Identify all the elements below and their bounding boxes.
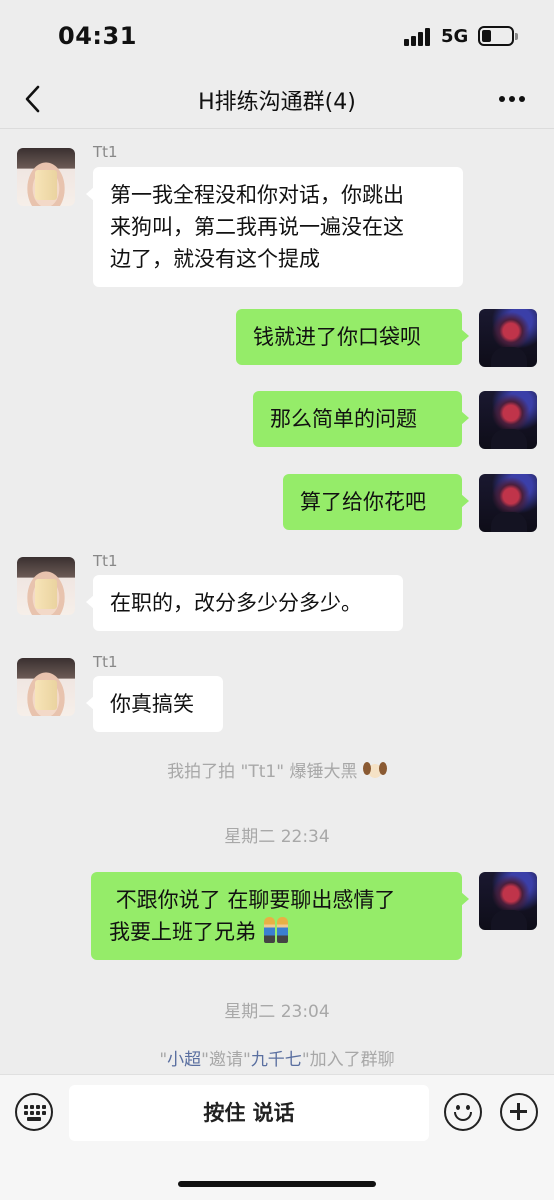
two-men-holding-hands-emoji-icon xyxy=(263,917,289,943)
message-bubble-outgoing[interactable]: 不跟你说了 在聊要聊出感情了 我要上班了兄弟 xyxy=(91,872,469,960)
system-pat-notice: 我拍了拍 "Tt1" 爆锤大黑 xyxy=(0,757,554,782)
message-bubble-incoming[interactable]: 你真搞笑 xyxy=(86,676,223,732)
message-bubble-outgoing[interactable]: 钱就进了你口袋呗 xyxy=(236,309,469,365)
avatar-tt1[interactable] xyxy=(17,148,75,206)
user-link[interactable]: 九千七 xyxy=(251,1050,302,1070)
hold-to-talk-button[interactable]: 按住 说话 xyxy=(69,1085,429,1141)
sender-name: Tt1 xyxy=(93,653,118,671)
divider xyxy=(0,128,554,129)
emoji-button[interactable] xyxy=(444,1093,482,1131)
avatar-me[interactable] xyxy=(479,309,537,367)
battery-icon xyxy=(478,26,518,46)
plus-button[interactable] xyxy=(500,1093,538,1131)
keyboard-button[interactable] xyxy=(15,1093,53,1131)
avatar-me[interactable] xyxy=(479,474,537,532)
network-type: 5G xyxy=(441,26,469,47)
message-bubble-incoming[interactable]: 第一我全程没和你对话，你跳出 来狗叫，第二我再说一遍没在这 边了，就没有这个提成 xyxy=(86,167,463,287)
system-invite-notice: "小超"邀请"九千七"加入了群聊 xyxy=(159,1050,395,1070)
user-link[interactable]: 小超 xyxy=(167,1050,201,1070)
timestamp: 星期二 23:04 xyxy=(224,1002,330,1022)
more-button[interactable] xyxy=(492,84,532,114)
status-bar: 04:31 5G xyxy=(0,0,554,72)
message-bubble-outgoing[interactable]: 那么简单的问题 xyxy=(253,391,469,447)
pat-text: 我拍了拍 "Tt1" 爆锤大黑 xyxy=(167,762,358,782)
dog-face-emoji-icon xyxy=(362,760,387,780)
chat-header: H排练沟通群(4) xyxy=(0,72,554,128)
status-time: 04:31 xyxy=(58,22,137,50)
signal-icon xyxy=(404,28,434,46)
more-dots-icon xyxy=(499,96,505,102)
message-text: 不跟你说了 在聊要聊出感情了 我要上班了兄弟 xyxy=(109,888,396,944)
avatar-tt1[interactable] xyxy=(17,658,75,716)
timestamp: 星期二 22:34 xyxy=(224,827,330,847)
message-bubble-outgoing[interactable]: 算了给你花吧 xyxy=(283,474,469,530)
avatar-tt1[interactable] xyxy=(17,557,75,615)
avatar-me[interactable] xyxy=(479,391,537,449)
chat-title: H排练沟通群(4) xyxy=(198,90,356,115)
sender-name: Tt1 xyxy=(93,552,118,570)
avatar-me[interactable] xyxy=(479,872,537,930)
sender-name: Tt1 xyxy=(93,143,118,161)
home-indicator xyxy=(178,1181,376,1187)
message-bubble-incoming[interactable]: 在职的，改分多少分多少。 xyxy=(86,575,403,631)
